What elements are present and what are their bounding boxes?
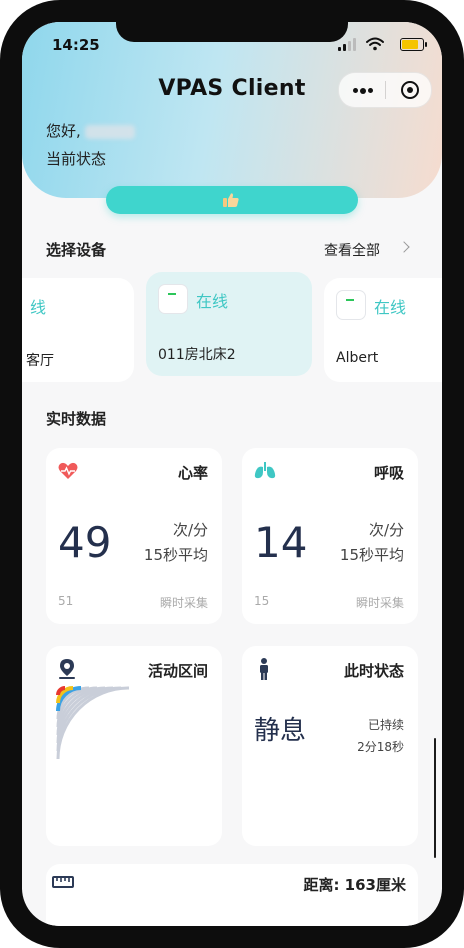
device-name: Albert <box>336 350 379 366</box>
breathing-instant-value: 15 <box>254 594 270 608</box>
lungs-icon <box>254 462 276 479</box>
device-card-albert[interactable]: 在线 Albert <box>324 278 442 382</box>
capsule-divider <box>385 81 386 99</box>
distance-label: 距离: 163厘米 <box>303 876 406 894</box>
user-name-redacted <box>84 124 135 139</box>
heart-rate-instant-label: 瞬时采集 <box>159 596 208 610</box>
device-card-living-room[interactable]: 线 客厅 <box>22 278 134 382</box>
activity-zone-label: 活动区间 <box>147 662 208 680</box>
breathing-value: 14 <box>254 518 308 567</box>
status-icons <box>328 37 428 52</box>
heart-rate-instant-value: 51 <box>58 594 74 608</box>
phone-frame: 14:25 VPAS Client 您好, 当前状态 选择设备 查看全部 线 客… <box>0 0 464 948</box>
device-icon <box>336 290 366 320</box>
location-pin-icon <box>59 659 75 679</box>
device-status: 在线 <box>374 298 407 317</box>
duration-label: 已持续 <box>367 718 404 732</box>
ruler-icon <box>52 876 74 888</box>
chevron-right-icon[interactable] <box>398 241 410 253</box>
current-state-label: 当前状态 <box>46 150 107 168</box>
view-all-link[interactable]: 查看全部 <box>324 240 380 260</box>
heart-rate-value: 49 <box>58 518 112 567</box>
breathing-unit: 次/分 <box>368 521 404 539</box>
device-notch <box>116 22 348 42</box>
breathing-avg-label: 15秒平均 <box>339 546 404 564</box>
close-miniprogram-icon[interactable] <box>401 81 419 99</box>
devices-section-title: 选择设备 <box>46 241 107 259</box>
breathing-label: 呼吸 <box>373 464 404 482</box>
duration-block: 已持续 2分18秒 <box>357 714 404 758</box>
distance-card[interactable]: 距离: 163厘米 <box>46 864 418 926</box>
device-status: 在线 <box>196 292 229 311</box>
scrollbar[interactable] <box>434 738 436 858</box>
duration-value: 2分18秒 <box>357 740 404 754</box>
device-name: 011房北床2 <box>158 347 236 363</box>
heart-rate-avg-label: 15秒平均 <box>143 546 208 564</box>
thumbs-up-icon <box>223 193 239 207</box>
miniprogram-capsule <box>338 72 432 108</box>
heart-rate-card[interactable]: 心率 49 次/分 15秒平均 51 瞬时采集 <box>46 448 222 624</box>
device-card-011-north-bed-2[interactable]: 在线 011房北床2 <box>146 272 312 376</box>
person-icon <box>260 658 268 680</box>
activity-zone-card[interactable]: 活动区间 <box>46 646 222 846</box>
heart-rate-unit-block: 次/分 15秒平均 <box>144 518 208 568</box>
status-time: 14:25 <box>52 36 100 54</box>
realtime-section-title: 实时数据 <box>46 410 107 428</box>
greeting: 您好, <box>46 120 135 141</box>
breathing-card[interactable]: 呼吸 14 次/分 15秒平均 15 瞬时采集 <box>242 448 418 624</box>
current-state-pill[interactable] <box>106 186 358 214</box>
app-screen: 14:25 VPAS Client 您好, 当前状态 选择设备 查看全部 线 客… <box>22 22 442 926</box>
breathing-unit-block: 次/分 15秒平均 <box>340 518 404 568</box>
battery-icon <box>400 38 427 51</box>
current-state-value: 静息 <box>254 716 307 746</box>
heart-rate-label: 心率 <box>177 464 208 482</box>
signal-icon <box>338 38 358 51</box>
greeting-text: 您好, <box>46 122 81 140</box>
device-icon <box>158 284 188 314</box>
wifi-icon <box>366 37 384 51</box>
breathing-instant-label: 瞬时采集 <box>355 596 404 610</box>
activity-zone-radar <box>56 686 130 760</box>
more-menu-icon[interactable] <box>353 87 373 94</box>
heart-icon <box>58 462 78 479</box>
heart-rate-unit: 次/分 <box>172 521 208 539</box>
current-state-label: 此时状态 <box>343 662 404 680</box>
device-status: 线 <box>30 298 47 317</box>
current-state-card[interactable]: 此时状态 静息 已持续 2分18秒 <box>242 646 418 846</box>
device-name: 客厅 <box>26 353 54 369</box>
